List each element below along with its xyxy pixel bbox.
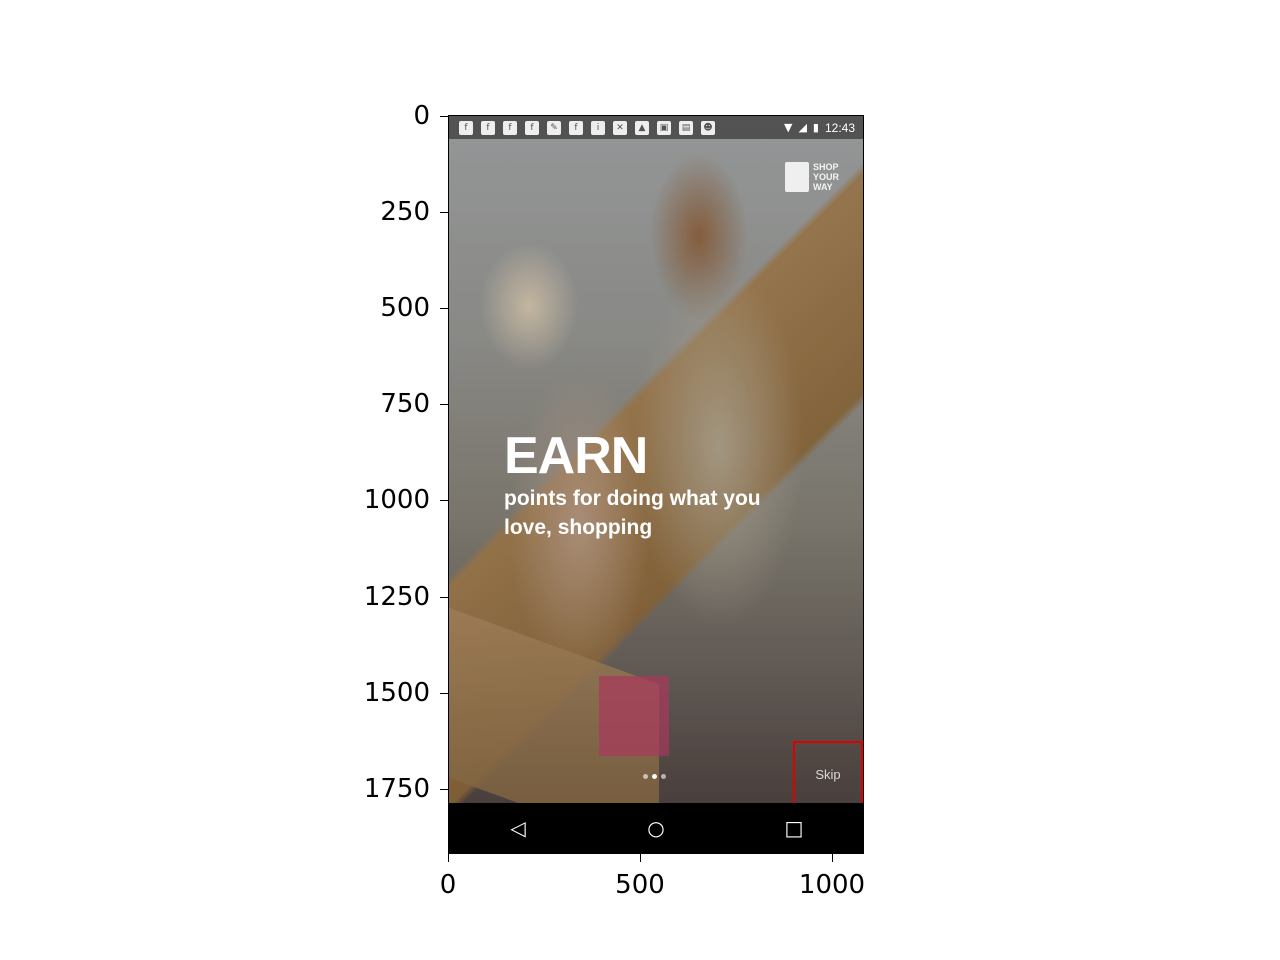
status-bar: f f f f ✎ f i ✕ ▲ ▣ ▤ ☻ ▼ ◢ ▮ 12:43 [449, 116, 863, 139]
y-tick: 250 [380, 197, 430, 227]
y-tick: 1500 [363, 678, 430, 708]
headline-title: EARN [504, 427, 648, 485]
info-icon: i [591, 120, 605, 135]
logo-line: SHOP [813, 162, 839, 172]
headline-subtitle: points for doing what you love, shopping [504, 487, 761, 539]
y-tick: 1000 [363, 485, 430, 515]
x-tick: 0 [439, 870, 457, 900]
skip-label: Skip [815, 766, 841, 782]
y-tick-mark [440, 693, 448, 694]
clipboard-icon: ▣ [657, 120, 671, 135]
logo-line: YOUR [813, 172, 840, 182]
y-tick: 500 [380, 293, 430, 323]
onboarding-screen: f f f f ✎ f i ✕ ▲ ▣ ▤ ☻ ▼ ◢ ▮ 12:43 SHOP… [449, 116, 863, 853]
home-icon[interactable]: ○ [641, 813, 671, 843]
x-tick: 1000 [798, 870, 866, 900]
y-tick-mark [440, 500, 448, 501]
facebook-icon: f [459, 120, 473, 135]
y-tick: 750 [380, 389, 430, 419]
status-time: 12:43 [824, 120, 855, 135]
shop-your-way-logo: SHOP YOUR WAY [785, 158, 847, 196]
shopping-bag-icon [785, 162, 809, 192]
y-tick: 1750 [363, 774, 430, 804]
lock-icon: ▲ [635, 120, 649, 135]
navigation-bar: ◁ ○ □ [449, 803, 863, 853]
phone-screenshot-frame: f f f f ✎ f i ✕ ▲ ▣ ▤ ☻ ▼ ◢ ▮ 12:43 SHOP… [448, 115, 864, 854]
signal-icon: ◢ [798, 121, 807, 134]
y-tick-mark [440, 212, 448, 213]
page-dot [643, 774, 648, 779]
facebook-icon: f [481, 120, 495, 135]
y-tick-mark [440, 789, 448, 790]
y-tick: 0 [413, 101, 430, 131]
onboarding-headline: EARN points for doing what you love, sho… [504, 428, 804, 542]
page-indicator [643, 774, 666, 779]
x-tick: 500 [615, 870, 665, 900]
wifi-icon: ▼ [783, 121, 793, 134]
android-icon: ☻ [701, 120, 715, 135]
y-tick-mark [440, 404, 448, 405]
y-tick: 1250 [363, 582, 430, 612]
logo-line: WAY [813, 182, 833, 192]
briefcase-icon: ▤ [679, 120, 693, 135]
system-status: ▼ ◢ ▮ 12:43 [784, 121, 863, 135]
x-tick-mark [448, 854, 449, 862]
x-tick-mark [640, 854, 641, 862]
facebook-icon: f [503, 120, 517, 135]
skip-button[interactable]: Skip [793, 741, 863, 807]
battery-icon: ▮ [812, 121, 819, 134]
recents-icon[interactable]: □ [779, 813, 809, 843]
tools-icon: ✕ [613, 120, 627, 135]
y-tick-mark [440, 116, 448, 117]
wrench-icon: ✎ [547, 120, 561, 135]
back-icon[interactable]: ◁ [503, 813, 533, 843]
y-tick-mark [440, 597, 448, 598]
logo-text: SHOP YOUR WAY [813, 162, 839, 192]
page-dot [661, 774, 666, 779]
notification-icons: f f f f ✎ f i ✕ ▲ ▣ ▤ ☻ [449, 120, 715, 135]
y-tick-mark [440, 308, 448, 309]
facebook-icon: f [525, 120, 539, 135]
x-tick-mark [832, 854, 833, 862]
facebook-icon: f [569, 120, 583, 135]
page-dot-active [652, 774, 657, 779]
